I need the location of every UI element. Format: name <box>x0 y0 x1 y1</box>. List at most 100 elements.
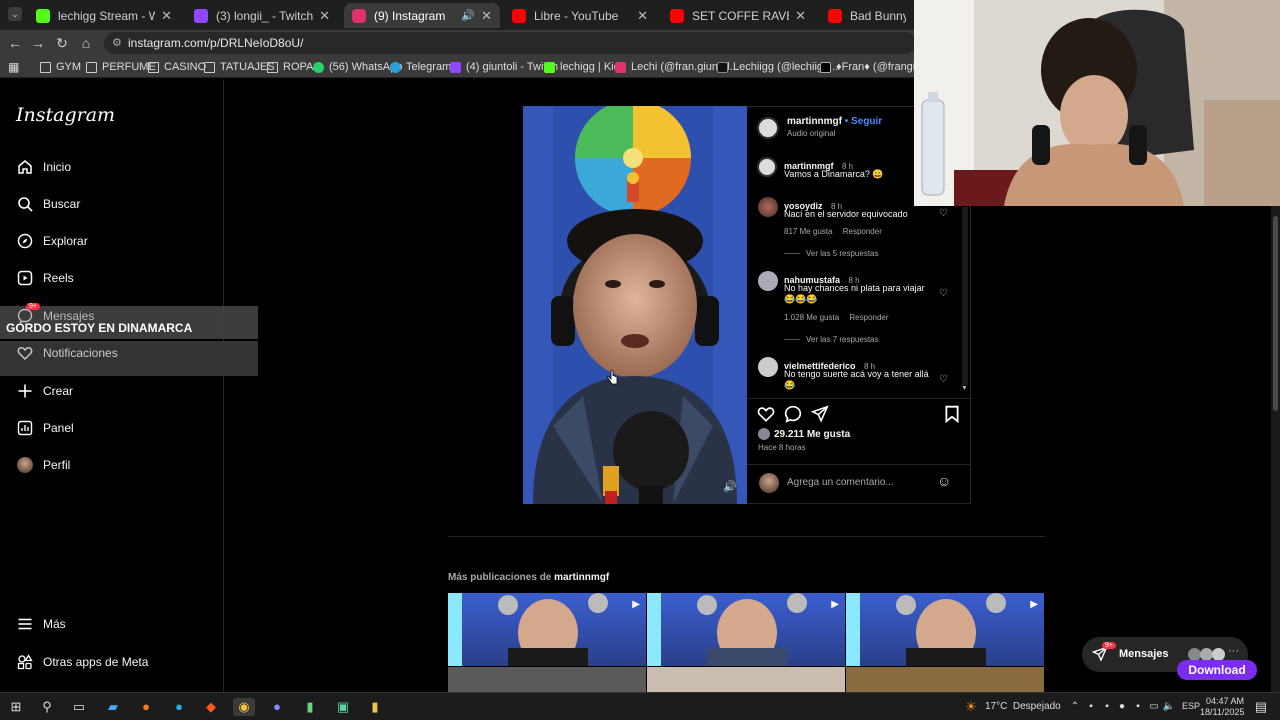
nav-panel[interactable]: Panel <box>16 416 74 440</box>
speaker-icon[interactable]: 🔊 <box>461 9 475 22</box>
clock[interactable]: 04:47 AM 18/11/2025 <box>1200 696 1244 718</box>
tab-youtube-badbunny[interactable]: Bad Bunny late night <box>820 3 914 28</box>
stream-overlay-title: GORDO ESTOY EN DINAMARCA <box>6 321 193 335</box>
youtube-icon <box>670 8 684 23</box>
post-thumbnail[interactable] <box>647 667 845 692</box>
avatar[interactable] <box>758 357 778 377</box>
discord-icon[interactable]: ● <box>268 698 286 716</box>
post-thumbnail[interactable]: ▶ <box>846 593 1044 666</box>
tab-instagram[interactable]: (9) Instagram 🔊 ✕ <box>344 3 500 28</box>
like-heart-icon[interactable]: ♡ <box>939 374 948 385</box>
folder-icon <box>267 61 278 73</box>
tab-kick[interactable]: lechigg Stream - Watch Live on ✕ <box>28 3 180 28</box>
nav-otras-apps-meta[interactable]: Otras apps de Meta <box>16 650 148 674</box>
close-icon[interactable]: ✕ <box>319 8 330 24</box>
bookmark-kick[interactable]: lechigg | Kick <box>544 59 625 75</box>
site-info-icon[interactable]: ⚙ <box>112 32 122 54</box>
comment-text: Nací en el servidor equivocado <box>784 209 908 219</box>
bookmark-ropa[interactable]: ROPA <box>267 59 313 75</box>
bookmark-perfume[interactable]: PERFUME <box>86 59 156 75</box>
home-icon[interactable]: ⌂ <box>77 34 95 52</box>
search-icon[interactable]: ⚲ <box>38 698 56 716</box>
close-icon[interactable]: ✕ <box>795 8 806 24</box>
nav-inicio[interactable]: Inicio <box>16 155 71 179</box>
tab-youtube-libre[interactable]: Libre - YouTube ✕ <box>504 3 656 28</box>
bookmark-whatsapp[interactable]: (56) WhatsApp <box>313 59 402 75</box>
comment-input[interactable]: Agrega un comentario... <box>787 477 927 488</box>
bookmark-icon[interactable] <box>944 405 960 423</box>
edge-icon[interactable]: ● <box>170 698 188 716</box>
weather-text[interactable]: 17°C Despejado <box>985 701 1061 712</box>
nav-explorar[interactable]: Explorar <box>16 229 88 253</box>
avatar[interactable] <box>757 117 779 139</box>
page-scrollbar[interactable] <box>1271 206 1280 692</box>
bookmark-telegram[interactable]: Telegram <box>390 59 451 75</box>
post-thumbnail[interactable]: ▶ <box>448 593 646 666</box>
tab-youtube-rave[interactable]: SET COFFE RAVE - YouTube ✕ <box>662 3 814 28</box>
tab-search-icon[interactable]: ⌄ <box>8 7 22 21</box>
post-author[interactable]: martinnmgf <box>787 116 842 127</box>
reel-video[interactable]: 🔊 <box>523 106 747 504</box>
emoji-icon[interactable]: ☺ <box>937 473 951 489</box>
tab-twitch[interactable]: (3) longii_ - Twitch ✕ <box>186 3 338 28</box>
nav-crear[interactable]: Crear <box>16 379 73 403</box>
comments-scrollbar[interactable] <box>962 207 968 385</box>
nav-mas[interactable]: Más <box>16 612 66 636</box>
like-heart-icon[interactable] <box>757 405 775 423</box>
post-thumbnail[interactable]: ▶ <box>647 593 845 666</box>
avatar[interactable] <box>757 157 777 177</box>
follow-button[interactable]: • Seguir <box>845 116 882 127</box>
post-thumbnail[interactable] <box>448 667 646 692</box>
like-heart-icon[interactable]: ♡ <box>939 288 948 299</box>
bookmark-tatuajes[interactable]: TATUAJES <box>204 59 275 75</box>
view-replies-button[interactable]: Ver las 7 respuestas <box>784 335 878 344</box>
bookmark-casino[interactable]: CASINO <box>148 59 206 75</box>
close-icon[interactable]: ✕ <box>161 8 172 24</box>
close-icon[interactable]: ✕ <box>481 8 492 24</box>
nav-notificaciones[interactable]: Notificaciones <box>16 341 118 365</box>
back-arrow-icon[interactable]: ← <box>6 34 24 52</box>
close-icon[interactable]: ✕ <box>637 8 648 24</box>
menu-icon <box>16 615 34 633</box>
share-icon[interactable] <box>811 405 829 423</box>
likes-count[interactable]: 29.211 Me gusta <box>758 428 850 440</box>
app-icon[interactable]: ▮ <box>366 698 384 716</box>
nav-perfil[interactable]: Perfil <box>16 453 70 477</box>
scrollbar-thumb[interactable] <box>1273 216 1278 411</box>
avatar[interactable] <box>758 197 778 217</box>
volume-icon[interactable]: 🔊 <box>723 480 737 493</box>
address-bar[interactable]: ⚙ instagram.com/p/DRLNeIoD8oU/ <box>104 32 916 54</box>
instagram-logo[interactable]: Instagram <box>16 104 115 126</box>
post-thumbnail-image <box>846 593 1006 666</box>
brave-icon[interactable]: ◆ <box>202 698 220 716</box>
download-button[interactable]: Download <box>1177 660 1257 680</box>
post-thumbnail[interactable] <box>846 667 1044 692</box>
like-heart-icon[interactable]: ♡ <box>939 208 948 219</box>
bookmark-gym[interactable]: GYM <box>40 59 81 75</box>
nav-reels[interactable]: Reels <box>16 266 74 290</box>
weather-icon[interactable]: ☀ <box>962 698 980 716</box>
forward-arrow-icon[interactable]: → <box>29 34 47 52</box>
volume-icon[interactable]: 🔈 <box>1160 698 1178 716</box>
avatar[interactable] <box>758 271 778 291</box>
file-explorer-icon[interactable]: ▰ <box>104 698 122 716</box>
search-icon <box>16 195 34 213</box>
task-view-icon[interactable]: ▭ <box>70 698 88 716</box>
apps-grid-icon[interactable]: ▦ <box>8 59 19 75</box>
nav-buscar[interactable]: Buscar <box>16 192 80 216</box>
windows-start-icon[interactable]: ⊞ <box>7 698 25 716</box>
firefox-icon[interactable]: ● <box>137 698 155 716</box>
bookmark-twitch[interactable]: (4) giuntoli - Twitch <box>450 59 558 75</box>
reload-icon[interactable]: ↻ <box>53 34 71 52</box>
language-indicator[interactable]: ESP <box>1182 701 1200 711</box>
obs-icon[interactable]: ▣ <box>334 698 352 716</box>
notifications-icon[interactable]: ▤ <box>1252 698 1270 716</box>
comment-icon[interactable] <box>784 405 802 423</box>
chrome-icon[interactable]: ◉ <box>233 698 255 716</box>
audio-label[interactable]: Audio original <box>787 129 835 138</box>
reel-icon: ▶ <box>632 599 640 610</box>
windows-taskbar: ⊞ ⚲ ▭ ▰ ● ● ◆ ◉ ● ▮ ▣ ▮ ☀ 17°C Despejado… <box>0 692 1280 720</box>
scroll-down-arrow-icon[interactable]: ▼ <box>961 385 968 392</box>
view-replies-button[interactable]: Ver las 5 respuestas <box>784 249 878 258</box>
app-icon[interactable]: ▮ <box>301 698 319 716</box>
